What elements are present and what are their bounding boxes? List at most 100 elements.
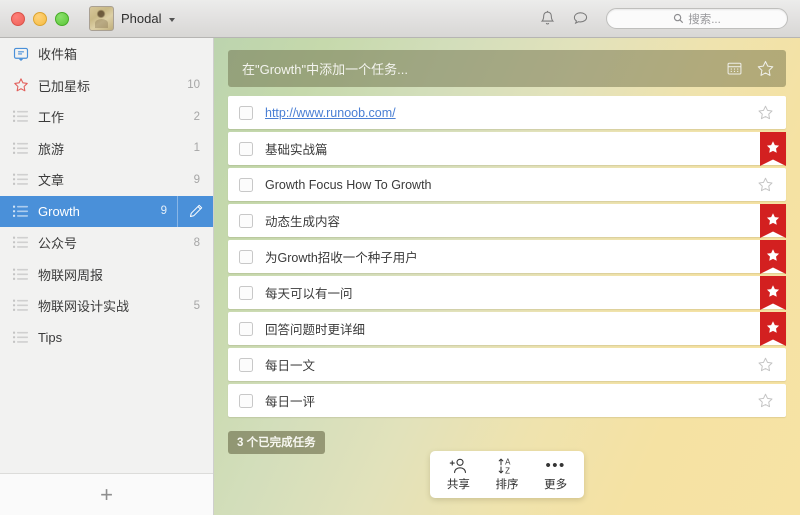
account-menu[interactable]: Phodal xyxy=(89,6,176,31)
sidebar-item-label: 文章 xyxy=(38,173,65,189)
inbox-icon xyxy=(12,45,29,62)
svg-text:A: A xyxy=(506,458,512,467)
list-icon xyxy=(12,234,29,251)
calendar-icon[interactable] xyxy=(726,60,743,77)
starred-ribbon-icon[interactable] xyxy=(760,132,786,173)
sidebar-item-count: 9 xyxy=(193,173,200,186)
star-outline-icon[interactable] xyxy=(757,104,774,121)
task-row[interactable]: Growth Focus How To Growth xyxy=(228,168,786,201)
toolbar-button-add-person[interactable]: 共享 xyxy=(435,457,481,492)
account-name: Phodal xyxy=(121,11,162,26)
main-content: 在"Growth"中添加一个任务... http://www.runoob.co… xyxy=(214,38,800,515)
task-row[interactable]: 为Growth招收一个种子用户 xyxy=(228,240,786,274)
starred-ribbon-icon[interactable] xyxy=(760,240,786,281)
toolbar-button-label: 更多 xyxy=(544,479,568,491)
task-checkbox[interactable] xyxy=(239,141,253,156)
task-row[interactable]: 每日一文 xyxy=(228,348,786,381)
list-icon xyxy=(13,236,28,249)
toolbar-button-sort-az[interactable]: A Z 排序 xyxy=(484,457,530,492)
star-outline-icon[interactable] xyxy=(757,176,774,193)
add-task-placeholder: 在"Growth"中添加一个任务... xyxy=(242,62,408,77)
star-icon xyxy=(13,78,28,92)
close-window-button[interactable] xyxy=(11,11,25,26)
task-checkbox[interactable] xyxy=(239,285,253,300)
bell-icon[interactable] xyxy=(538,9,557,28)
starred-ribbon-icon[interactable] xyxy=(760,204,786,245)
titlebar-actions: 搜索... xyxy=(538,8,800,29)
sidebar-item-count: 9 xyxy=(160,205,167,218)
sidebar-item-公众号[interactable]: 公众号 8 xyxy=(0,227,213,259)
search-input[interactable]: 搜索... xyxy=(606,8,788,29)
list-icon xyxy=(13,142,28,154)
list-icon xyxy=(13,110,28,123)
minimize-window-button[interactable] xyxy=(33,11,47,26)
list-icon xyxy=(12,297,29,314)
starred-ribbon-icon[interactable] xyxy=(760,276,786,317)
task-row[interactable]: http://www.runoob.com/ xyxy=(228,96,786,129)
search-icon xyxy=(674,13,684,24)
chat-bubble-icon[interactable] xyxy=(571,9,590,28)
maximize-window-button[interactable] xyxy=(55,11,69,26)
sidebar-item-label: 工作 xyxy=(38,110,65,126)
sidebar-item-收件箱[interactable]: 收件箱 xyxy=(0,38,213,70)
list-icon xyxy=(13,268,28,280)
toolbar-button-label: 排序 xyxy=(495,479,519,491)
add-task-actions xyxy=(726,59,775,78)
add-task-input[interactable]: 在"Growth"中添加一个任务... xyxy=(228,50,786,87)
task-title: 每天可以有一问 xyxy=(265,287,353,301)
list-icon xyxy=(12,140,29,157)
task-title: 回答问题时更详细 xyxy=(265,323,366,337)
list-icon xyxy=(12,171,29,188)
task-row[interactable]: 动态生成内容 xyxy=(228,204,786,238)
sidebar-item-物联网设计实战[interactable]: 物联网设计实战 5 xyxy=(0,290,213,322)
star-icon xyxy=(12,77,29,94)
task-row[interactable]: 每日一评 xyxy=(228,384,786,417)
add-person-icon xyxy=(449,457,468,475)
toolbar-button-ellipsis[interactable]: ••• 更多 xyxy=(533,457,579,492)
starred-ribbon-icon[interactable] xyxy=(760,312,786,353)
task-checkbox[interactable] xyxy=(239,105,253,120)
task-row[interactable]: 回答问题时更详细 xyxy=(228,312,786,346)
sidebar-item-label: 收件箱 xyxy=(38,47,78,63)
edit-list-button[interactable] xyxy=(177,195,213,227)
ellipsis-icon: ••• xyxy=(545,457,566,474)
sidebar-item-tips[interactable]: Tips xyxy=(0,322,213,354)
task-list: http://www.runoob.com/ 基础实战篇 Growth Focu… xyxy=(228,96,786,417)
add-list-button[interactable]: + xyxy=(0,473,213,515)
sort-az-icon: A Z xyxy=(499,458,512,475)
star-outline-icon[interactable] xyxy=(757,356,774,373)
sidebar-item-growth[interactable]: Growth 9 xyxy=(0,195,213,227)
task-checkbox[interactable] xyxy=(239,249,253,264)
task-checkbox[interactable] xyxy=(239,393,253,408)
list-icon xyxy=(13,299,28,312)
plus-icon: + xyxy=(100,481,113,507)
star-outline-icon[interactable] xyxy=(757,392,774,409)
window-controls xyxy=(0,11,69,26)
sidebar-item-旅游[interactable]: 旅游 1 xyxy=(0,133,213,165)
sidebar-item-文章[interactable]: 文章 9 xyxy=(0,164,213,196)
sidebar-item-工作[interactable]: 工作 2 xyxy=(0,101,213,133)
task-title: 每日一文 xyxy=(265,359,316,373)
svg-text:Z: Z xyxy=(506,466,511,475)
task-checkbox[interactable] xyxy=(239,213,253,228)
task-checkbox[interactable] xyxy=(239,321,253,336)
sidebar-item-已加星标[interactable]: 已加星标 10 xyxy=(0,70,213,102)
sidebar-list: 收件箱 已加星标 10 工作 2 旅游 1 文章 9 Growth 9 公众号 … xyxy=(0,38,213,474)
task-title: Growth Focus How To Growth xyxy=(265,177,432,192)
app-window: Phodal 搜索... 收件箱 已加星标 10 工作 2 旅游 1 文章 9 … xyxy=(0,0,800,515)
sort-az-icon: A Z xyxy=(496,457,517,475)
sidebar: 收件箱 已加星标 10 工作 2 旅游 1 文章 9 Growth 9 公众号 … xyxy=(0,38,214,515)
task-checkbox[interactable] xyxy=(239,357,253,372)
task-row[interactable]: 基础实战篇 xyxy=(228,132,786,166)
sidebar-item-label: Growth xyxy=(38,203,80,219)
completed-tasks-badge[interactable]: 3 个已完成任务 xyxy=(228,431,325,454)
sidebar-item-label: 公众号 xyxy=(38,236,78,252)
star-outline-icon[interactable] xyxy=(756,59,775,78)
list-icon xyxy=(13,205,28,217)
sidebar-item-label: Tips xyxy=(38,329,63,345)
task-row[interactable]: 每天可以有一问 xyxy=(228,276,786,310)
task-checkbox[interactable] xyxy=(239,177,253,192)
task-title[interactable]: http://www.runoob.com/ xyxy=(265,106,757,120)
sidebar-item-物联网周报[interactable]: 物联网周报 xyxy=(0,259,213,291)
task-title: 每日一评 xyxy=(265,395,316,409)
